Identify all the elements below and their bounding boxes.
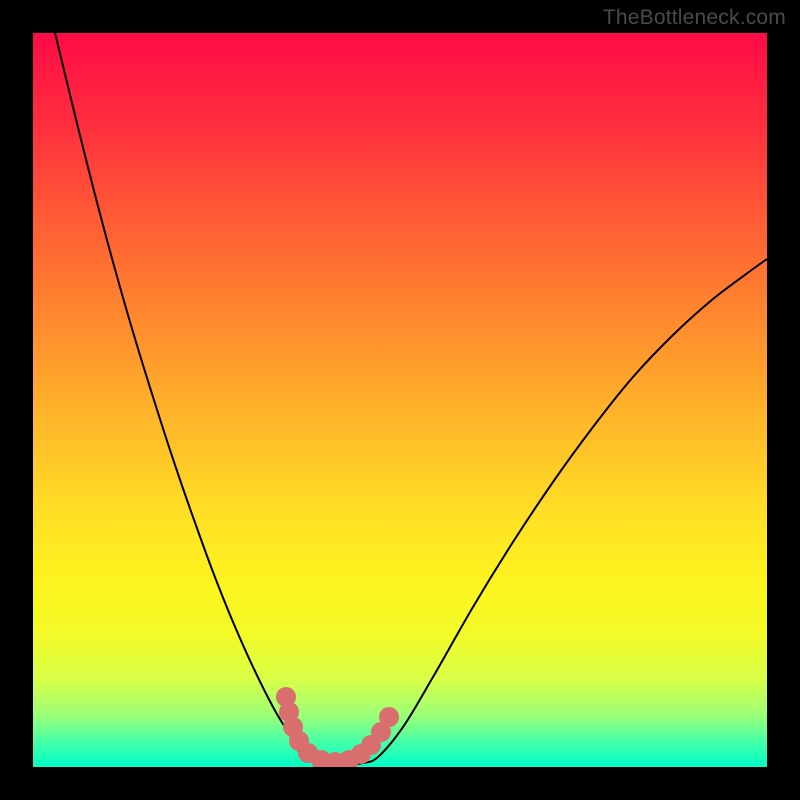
curve-layer <box>33 33 767 767</box>
bottleneck-curve <box>55 33 767 765</box>
watermark-text: TheBottleneck.com <box>603 6 786 30</box>
curve-path <box>55 33 767 765</box>
marker-dot <box>379 707 399 727</box>
chart-frame: TheBottleneck.com <box>0 0 800 800</box>
